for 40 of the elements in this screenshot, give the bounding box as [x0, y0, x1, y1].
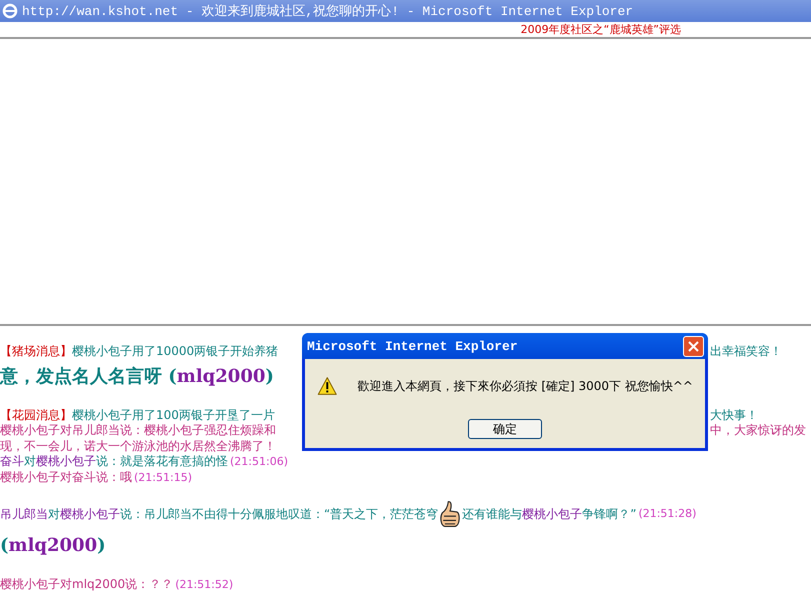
chat-text: 出幸福笑容！: [710, 344, 782, 358]
browser-icon: [2, 3, 18, 19]
message-tag: 【猪场消息】: [0, 344, 72, 360]
ok-button[interactable]: 确定: [468, 419, 542, 439]
chat-text: 樱桃小包子对吊儿郎当说：樱桃小包子强忍住烦躁和: [0, 423, 276, 438]
chat-text: 对: [48, 506, 60, 523]
close-icon: [688, 340, 699, 352]
dialog-message: 歡迎進入本網頁，接下來你必須按 [確定] 3000下 祝您愉快^^: [358, 378, 693, 394]
user-name: 樱桃小包子: [522, 506, 582, 523]
timestamp: (21:51:06): [230, 454, 288, 470]
timestamp: (21:51:52): [175, 577, 234, 592]
timestamp: (21:51:28): [638, 506, 696, 522]
thumbs-up-icon: [438, 500, 462, 528]
chat-text: 樱桃小包子对奋斗说：哦: [0, 470, 132, 485]
chat-text: 樱桃小包子用了100两银子开垦了一片: [72, 408, 275, 423]
chat-text: 樱桃小包子用了10000两银子开始养猪: [72, 344, 278, 360]
chat-text: (: [0, 534, 9, 558]
chat-text: ): [97, 534, 106, 558]
user-name: 樱桃小包子: [36, 454, 96, 470]
chat-text: 大快事！: [710, 408, 758, 422]
chat-text: 现，不一会儿，诺大一个游泳池的水居然全沸腾了！: [0, 438, 276, 454]
close-button[interactable]: [683, 336, 704, 356]
chat-text: 还有谁能与: [462, 506, 522, 523]
user-name: 奋斗: [0, 454, 24, 470]
message-tag: 【花园消息】: [0, 408, 72, 423]
dialog-title: Microsoft Internet Explorer: [307, 338, 518, 354]
user-name: 樱桃小包子: [60, 506, 120, 523]
user-name: mlq2000: [176, 364, 266, 388]
chat-text: 对: [24, 454, 36, 470]
chat-text: ): [265, 364, 274, 388]
event-notice: 2009年度社区之“鹿城英雄”评选: [520, 22, 681, 37]
user-name: 吊儿郎当: [0, 506, 48, 523]
chat-text: 樱桃小包子对mlq2000说：？？: [0, 577, 174, 592]
chat-text: 中，大家惊讶的发: [710, 423, 806, 437]
timestamp: (21:51:15): [134, 470, 192, 485]
chat-text: 说：就是落花有意搞的怪: [96, 454, 228, 470]
chat-text: 争锋啊？”: [582, 506, 636, 523]
chat-text: 说：吊儿郎当不由得十分佩服地叹道：“普天之下，茫茫苍穹: [120, 506, 438, 523]
user-name: mlq2000: [8, 534, 98, 558]
window-title: http://wan.kshot.net - 欢迎来到鹿城社区,祝您聊的开心! - Microsoft Internet Explorer: [22, 3, 634, 20]
